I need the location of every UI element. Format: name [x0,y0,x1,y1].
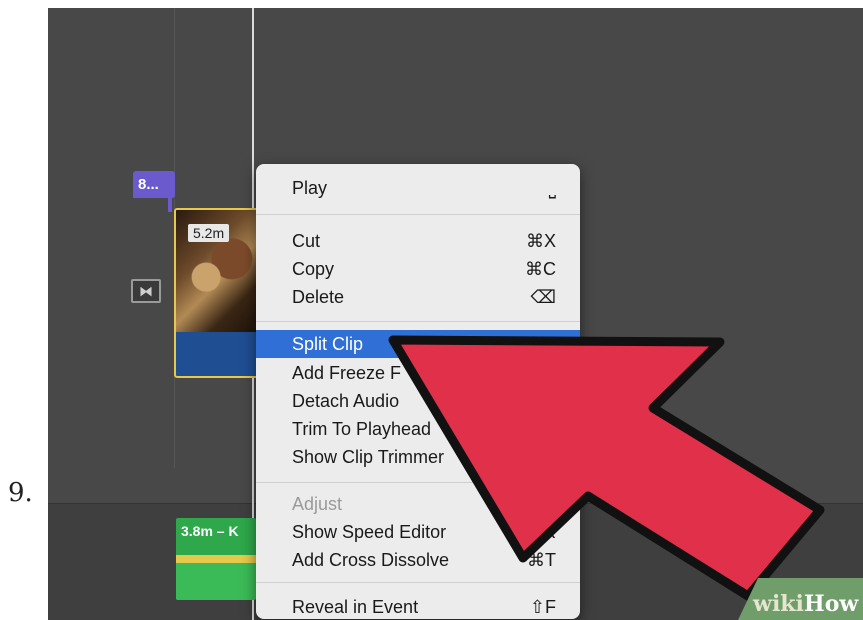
wikihow-watermark: wikiHow [738,578,863,620]
watermark-how-text: How [803,591,859,617]
watermark-wiki-text: wiki [753,591,804,617]
pointer-arrow-icon [388,335,825,601]
step-number: 9. [8,478,33,508]
imovie-timeline: 8... ⧓ 5.2m 3.8m – K Play ⎵ Cut ⌘X Copy … [48,8,863,620]
